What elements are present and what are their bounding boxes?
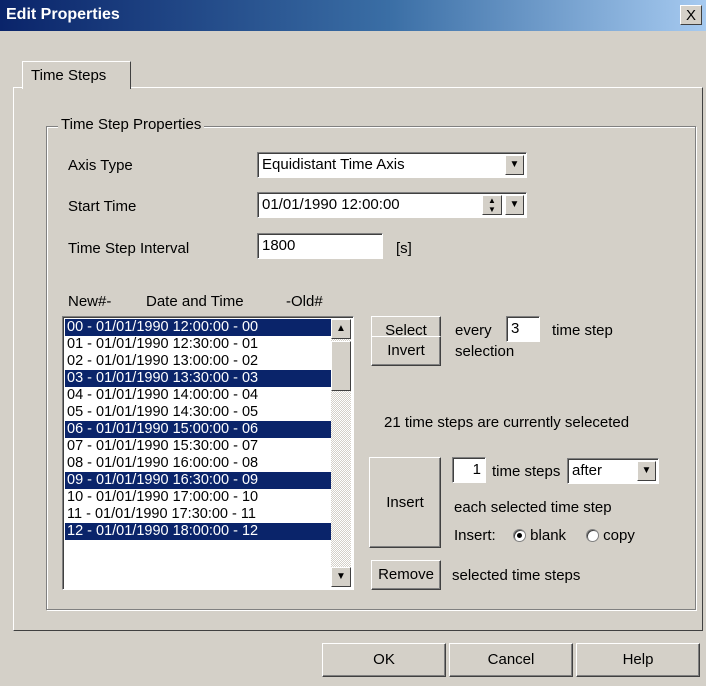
select-every-value: 3 (511, 320, 520, 337)
tab-label: Time Steps (31, 67, 107, 84)
scroll-up-icon[interactable]: ▲ (331, 319, 351, 339)
insert-count-value: 1 (472, 461, 481, 478)
ok-button[interactable]: OK (322, 643, 446, 677)
insert-position-select[interactable]: after ▼ (567, 458, 659, 484)
list-item[interactable]: 10 - 01/01/1990 17:00:00 - 10 (65, 489, 331, 506)
title-bar: Edit Properties X (0, 0, 706, 31)
header-new: New#- (68, 293, 112, 310)
list-item[interactable]: 01 - 01/01/1990 12:30:00 - 01 (65, 336, 331, 353)
tab-time-steps[interactable]: Time Steps (22, 61, 131, 89)
close-button[interactable]: X (680, 5, 702, 25)
list-item[interactable]: 06 - 01/01/1990 15:00:00 - 06 (65, 421, 331, 438)
time-steps-list[interactable]: 00 - 01/01/1990 12:00:00 - 00 01 - 01/01/… (62, 316, 354, 590)
axis-type-value: Equidistant Time Axis (262, 156, 405, 173)
insert-count-input[interactable]: 1 (452, 457, 486, 483)
remove-button[interactable]: Remove (371, 560, 441, 590)
radio-blank[interactable]: blank (513, 527, 566, 544)
list-item[interactable]: 08 - 01/01/1990 16:00:00 - 08 (65, 455, 331, 472)
interval-label: Time Step Interval (68, 240, 190, 257)
radio-copy[interactable]: copy (586, 527, 635, 544)
radio-checked-icon[interactable] (513, 529, 526, 542)
close-icon: X (685, 7, 696, 24)
scroll-down-icon[interactable]: ▼ (331, 567, 351, 587)
chevron-down-icon[interactable]: ▼ (505, 195, 524, 215)
selection-status: 21 time steps are currently seleceted (384, 414, 630, 431)
select-every-label: every (455, 322, 492, 339)
chevron-down-icon[interactable]: ▼ (505, 155, 524, 175)
select-every-input[interactable]: 3 (506, 316, 540, 342)
scroll-thumb[interactable] (331, 341, 351, 391)
axis-type-select[interactable]: Equidistant Time Axis ▼ (257, 152, 527, 178)
invert-label: Invert (387, 342, 425, 359)
list-scrollbar[interactable]: ▲ ▼ (331, 319, 351, 587)
radio-copy-label: copy (603, 527, 635, 544)
invert-suffix: selection (455, 343, 515, 360)
list-item[interactable]: 07 - 01/01/1990 15:30:00 - 07 (65, 438, 331, 455)
interval-input[interactable]: 1800 (257, 233, 383, 259)
insert-each-label: each selected time step (454, 499, 612, 516)
axis-type-label: Axis Type (68, 157, 133, 174)
list-item[interactable]: 09 - 01/01/1990 16:30:00 - 09 (65, 472, 331, 489)
insert-steps-label: time steps (492, 463, 561, 480)
list-item[interactable]: 02 - 01/01/1990 13:00:00 - 02 (65, 353, 331, 370)
group-legend: Time Step Properties (58, 116, 205, 133)
cancel-button[interactable]: Cancel (449, 643, 573, 677)
radio-unchecked-icon[interactable] (586, 529, 599, 542)
list-item[interactable]: 11 - 01/01/1990 17:30:00 - 11 (65, 506, 331, 523)
help-button[interactable]: Help (576, 643, 700, 677)
window-title: Edit Properties (6, 6, 120, 23)
header-date: Date and Time (146, 293, 244, 310)
remove-suffix: selected time steps (452, 567, 581, 584)
radio-blank-label: blank (530, 527, 567, 544)
list-item[interactable]: 00 - 01/01/1990 12:00:00 - 00 (65, 319, 331, 336)
chevron-down-icon[interactable]: ▼ (637, 461, 656, 481)
insert-button[interactable]: Insert (369, 457, 441, 548)
interval-unit: [s] (396, 240, 412, 257)
start-time-label: Start Time (68, 198, 137, 215)
list-item[interactable]: 05 - 01/01/1990 14:30:00 - 05 (65, 404, 331, 421)
select-suffix: time step (552, 322, 613, 339)
start-time-field[interactable]: 01/01/1990 12:00:00 ▲ ▼ ▼ (257, 192, 527, 218)
spinner-icon[interactable]: ▲ ▼ (482, 195, 502, 215)
insert-position-value: after (572, 462, 603, 479)
header-old: -Old# (286, 293, 323, 310)
insert-mode-label: Insert: (454, 527, 496, 544)
interval-value: 1800 (262, 237, 296, 254)
list-item[interactable]: 03 - 01/01/1990 13:30:00 - 03 (65, 370, 331, 387)
list-item[interactable]: 12 - 01/01/1990 18:00:00 - 12 (65, 523, 331, 540)
start-time-value: 01/01/1990 12:00:00 (262, 196, 400, 213)
list-item[interactable]: 04 - 01/01/1990 14:00:00 - 04 (65, 387, 331, 404)
invert-button[interactable]: Invert (371, 336, 441, 366)
